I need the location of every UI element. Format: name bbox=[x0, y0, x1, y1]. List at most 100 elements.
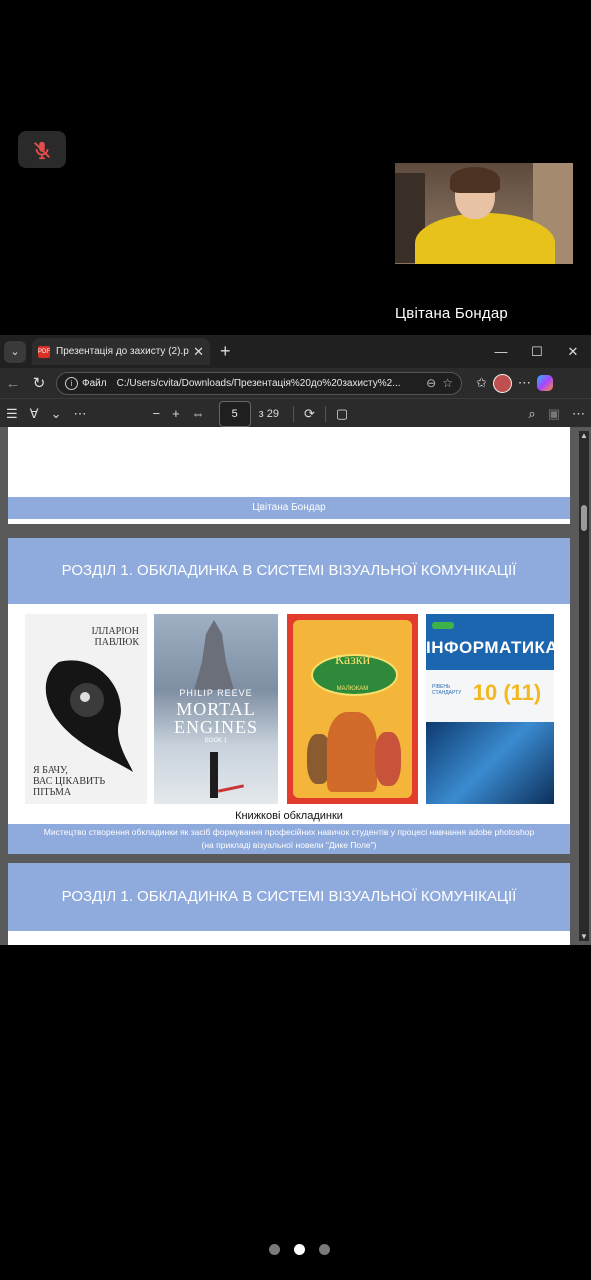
page-dot[interactable] bbox=[319, 1244, 330, 1255]
cover-title: Казки bbox=[334, 653, 371, 668]
cover-author: PHILIP REEVE bbox=[179, 688, 253, 698]
pdf-viewer[interactable]: Цвітана Бондар РОЗДІЛ 1. ОБКЛАДИНКА В СИ… bbox=[0, 427, 591, 945]
cover-title-line: Я БАЧУ, bbox=[33, 765, 68, 776]
pdf-toolbar: ☰ ∀ ⌄ ⋯ − + ⇔ 5 з 29 ⟳ ▢ ⌕ ▣ ⋯ bbox=[0, 398, 591, 428]
page-total: з 29 bbox=[258, 407, 279, 420]
cape-illustration bbox=[217, 784, 245, 793]
draw-icon[interactable]: ∀ bbox=[30, 406, 39, 422]
cover-title: MORTAL ENGINES bbox=[154, 700, 278, 736]
page-dot-active[interactable] bbox=[294, 1244, 305, 1255]
slide-caption: Книжкові обкладинки bbox=[235, 810, 343, 822]
browser-window: ⌄ PDF Презентація до захисту (2).pptx ✕ … bbox=[0, 335, 591, 945]
url-text[interactable]: C:/Users/cvita/Downloads/Презентація%20д… bbox=[117, 378, 421, 389]
close-window-icon[interactable]: ✕ bbox=[555, 344, 591, 360]
page-dot[interactable] bbox=[269, 1244, 280, 1255]
new-tab-button[interactable]: + bbox=[220, 341, 231, 362]
book-cover-fairy-tales: Казки МАЛЮКАМ bbox=[287, 614, 418, 804]
fox-illustration bbox=[327, 712, 377, 792]
book-cover-mortal-engines: PHILIP REEVE MORTAL ENGINES BOOK 1 bbox=[154, 614, 278, 804]
browser-actions: ✩ ⋯ bbox=[470, 373, 553, 393]
more-options-icon[interactable]: ⋯ bbox=[518, 375, 531, 391]
publisher-badge bbox=[432, 622, 454, 629]
address-bar-row: ← ↻ i Файл C:/Users/cvita/Downloads/През… bbox=[0, 368, 591, 398]
toolbar-divider bbox=[293, 405, 294, 422]
cover-title-line: ENGINES bbox=[174, 717, 258, 737]
more-options-icon[interactable]: ⋯ bbox=[572, 406, 585, 422]
toolbar-right: ⌕ ▣ ⋯ bbox=[522, 406, 591, 422]
toolbar-divider bbox=[324, 405, 326, 422]
book-covers: ІЛЛАРІОН ПАВЛЮК Я БАЧУ, ВАС ЦІКАВИТЬ ПІТ… bbox=[8, 614, 570, 804]
participant-video[interactable] bbox=[395, 163, 573, 264]
chevron-down-icon: ⌄ bbox=[10, 346, 20, 358]
microphone-off-icon bbox=[34, 141, 50, 159]
tab-title: Презентація до захисту (2).pptx bbox=[56, 346, 190, 357]
cover-title-line: MORTAL bbox=[176, 699, 256, 719]
slide-footer: Мистецтво створення обкладинки як засіб … bbox=[8, 824, 570, 854]
page-indicator bbox=[262, 1244, 337, 1255]
page-number-input[interactable]: 5 bbox=[218, 400, 251, 427]
save-icon[interactable]: ▣ bbox=[548, 406, 560, 422]
zoom-icon[interactable]: ⊖ bbox=[426, 376, 436, 390]
browser-tab[interactable]: PDF Презентація до захисту (2).pptx ✕ bbox=[32, 338, 210, 365]
page-view-icon[interactable]: ▢ bbox=[336, 406, 348, 422]
video-hoodie bbox=[415, 213, 555, 264]
cover-title-line: ВАС ЦІКАВИТЬ bbox=[33, 776, 106, 787]
maximize-icon[interactable]: ☐ bbox=[519, 344, 555, 360]
slide-author-bar: Цвітана Бондар bbox=[8, 497, 570, 519]
cover-subtitle: МАЛЮКАМ bbox=[336, 686, 369, 692]
favorites-icon[interactable]: ✩ bbox=[476, 375, 487, 391]
address-bar[interactable]: i Файл C:/Users/cvita/Downloads/Презента… bbox=[56, 371, 462, 395]
slide-previous: Цвітана Бондар bbox=[8, 427, 570, 524]
cover-grade: 10 (11) bbox=[472, 680, 542, 705]
eye-illustration bbox=[45, 660, 133, 772]
fit-page-icon[interactable]: ⇔ bbox=[192, 406, 205, 421]
more-tools-icon[interactable]: ⋯ bbox=[73, 406, 86, 422]
address-scheme-label: Файл bbox=[82, 377, 107, 389]
scrollbar-thumb[interactable] bbox=[581, 505, 587, 531]
slide-section-title: РОЗДІЛ 1. ОБКЛАДИНКА В СИСТЕМІ ВІЗУАЛЬНО… bbox=[8, 538, 570, 604]
contents-list-icon[interactable]: ☰ bbox=[6, 406, 18, 422]
favorite-star-icon[interactable]: ☆ bbox=[442, 376, 453, 390]
mute-microphone-button[interactable] bbox=[18, 131, 66, 168]
cover-book-number: BOOK 1 bbox=[204, 738, 228, 744]
figure-illustration bbox=[210, 752, 218, 798]
chevron-down-icon[interactable]: ⌄ bbox=[51, 406, 62, 422]
window-controls: — ☐ ✕ bbox=[483, 344, 591, 360]
rotate-icon[interactable]: ⟳ bbox=[304, 406, 315, 422]
scroll-up-icon[interactable]: ▲ bbox=[580, 431, 588, 440]
cover-author: ІЛЛАРІОН ПАВЛЮК bbox=[92, 626, 139, 648]
cover-title: ІНФОРМАТИКА bbox=[426, 638, 554, 657]
cover-title-line: ПІТЬМА bbox=[33, 787, 72, 798]
zoom-out-icon[interactable]: − bbox=[152, 406, 160, 421]
tab-bar: ⌄ PDF Презентація до захисту (2).pptx ✕ … bbox=[0, 335, 591, 368]
traction-city-illustration bbox=[194, 620, 234, 690]
slide-section-title: РОЗДІЛ 1. ОБКЛАДИНКА В СИСТЕМІ ВІЗУАЛЬНО… bbox=[8, 863, 570, 931]
close-tab-icon[interactable]: ✕ bbox=[193, 344, 204, 360]
copilot-icon[interactable] bbox=[536, 375, 553, 391]
slide-next: РОЗДІЛ 1. ОБКЛАДИНКА В СИСТЕМІ ВІЗУАЛЬНО… bbox=[8, 863, 570, 945]
refresh-icon[interactable]: ↻ bbox=[26, 374, 52, 392]
cover-author-line: ПАВЛЮК bbox=[94, 637, 139, 648]
search-icon[interactable]: ⌕ bbox=[528, 406, 535, 422]
zoom-in-icon[interactable]: + bbox=[172, 406, 180, 421]
book-cover-informatics: ІНФОРМАТИКА РІВЕНЬ СТАНДАРТУ 10 (11) bbox=[426, 614, 554, 804]
info-icon[interactable]: i bbox=[65, 376, 78, 390]
back-arrow-icon[interactable]: ← bbox=[0, 375, 26, 392]
vertical-scrollbar[interactable]: ▲ ▼ bbox=[579, 431, 589, 941]
video-hair bbox=[450, 167, 500, 193]
slide-current: РОЗДІЛ 1. ОБКЛАДИНКА В СИСТЕМІ ВІЗУАЛЬНО… bbox=[8, 538, 570, 854]
cover-level: РІВЕНЬ СТАНДАРТУ bbox=[432, 684, 462, 696]
cover-author-line: ІЛЛАРІОН bbox=[91, 626, 139, 637]
pdf-file-icon: PDF bbox=[38, 345, 50, 358]
minimize-icon[interactable]: — bbox=[483, 344, 519, 360]
tech-illustration bbox=[426, 722, 554, 804]
book-cover-pavliuk: ІЛЛАРІОН ПАВЛЮК Я БАЧУ, ВАС ЦІКАВИТЬ ПІТ… bbox=[25, 614, 147, 804]
slide-footer-line: Мистецтво створення обкладинки як засіб … bbox=[43, 827, 535, 837]
character-illustration bbox=[375, 732, 401, 786]
tab-list-dropdown[interactable]: ⌄ bbox=[4, 340, 26, 363]
cover-title: Я БАЧУ, ВАС ЦІКАВИТЬ ПІТЬМА bbox=[33, 765, 105, 798]
participant-name: Цвітана Бондар bbox=[395, 305, 508, 322]
scroll-down-icon[interactable]: ▼ bbox=[580, 932, 588, 941]
slide-footer-line: (на прикладі візуальної новели "Дике Пол… bbox=[201, 840, 377, 850]
profile-avatar[interactable] bbox=[492, 373, 512, 393]
